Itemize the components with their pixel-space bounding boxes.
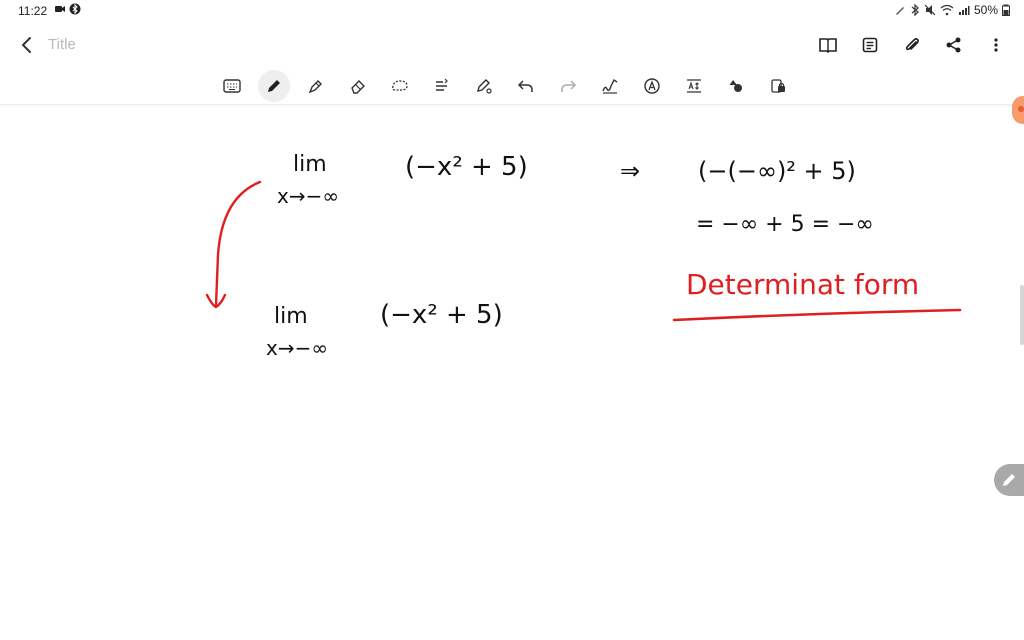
handwriting-icon xyxy=(602,78,618,94)
text-format-icon xyxy=(436,78,448,91)
implies-arrow: ⇒ xyxy=(620,157,640,185)
keyboard-icon xyxy=(223,79,241,93)
red-underline xyxy=(672,308,962,322)
back-button[interactable] xyxy=(14,32,40,58)
lim-subscript-2: x→−∞ xyxy=(266,336,328,360)
text-icon xyxy=(862,37,878,53)
scrollbar-thumb[interactable] xyxy=(1020,285,1024,345)
text-view-button[interactable] xyxy=(856,32,884,58)
pen-settings-tool[interactable] xyxy=(468,70,500,102)
lock-icon xyxy=(771,79,785,93)
pen-status-icon xyxy=(895,7,904,15)
spacing-icon xyxy=(687,79,701,93)
spacing-tool[interactable] xyxy=(678,70,710,102)
font-tool[interactable] xyxy=(636,70,668,102)
pen-settings-icon xyxy=(477,79,492,94)
battery-icon xyxy=(1002,4,1010,16)
redo-icon xyxy=(561,80,577,92)
undo-button[interactable] xyxy=(510,70,542,102)
note-title[interactable]: Title xyxy=(48,36,76,53)
eraser-tool[interactable] xyxy=(342,70,374,102)
note-canvas[interactable]: lim x→−∞ (−x² + 5) ⇒ (−(−∞)² + 5) = −∞ +… xyxy=(0,105,1024,640)
text-format-tool[interactable] xyxy=(426,70,458,102)
status-time: 11:22 xyxy=(18,4,48,18)
mute-icon xyxy=(924,4,936,16)
reading-mode-button[interactable] xyxy=(814,32,842,58)
attach-icon xyxy=(905,38,919,51)
result-line: = −∞ + 5 = −∞ xyxy=(696,212,874,237)
bluetooth-icon xyxy=(911,4,919,16)
more-options-button[interactable] xyxy=(982,32,1010,58)
floating-pen-button[interactable] xyxy=(994,464,1024,496)
pencil-icon xyxy=(1003,474,1015,486)
status-right-icons: 50% xyxy=(894,3,1010,17)
bluetooth-badge-icon xyxy=(69,3,81,15)
lim-subscript-1: x→−∞ xyxy=(277,184,339,208)
eraser-icon xyxy=(351,80,365,94)
wifi-icon xyxy=(940,4,954,16)
shapes-icon xyxy=(729,80,742,92)
app-bar: Title xyxy=(0,22,1024,68)
side-panel-handle[interactable] xyxy=(1012,96,1024,124)
determinate-form-text: Determinat form xyxy=(686,268,919,301)
tool-group xyxy=(216,70,794,102)
highlighter-icon xyxy=(308,80,322,94)
lock-tool[interactable] xyxy=(762,70,794,102)
more-icon xyxy=(994,38,998,52)
pen-tool[interactable] xyxy=(258,70,290,102)
keyboard-tool[interactable] xyxy=(216,70,248,102)
status-left-icons xyxy=(54,3,81,15)
share-icon xyxy=(946,37,961,53)
chevron-left-icon xyxy=(21,37,31,53)
undo-icon xyxy=(517,80,533,92)
lasso-icon xyxy=(392,80,408,91)
book-icon xyxy=(819,38,837,54)
font-icon xyxy=(644,78,660,94)
lim-label-2: lim xyxy=(274,304,308,329)
ink-layer: lim x→−∞ (−x² + 5) ⇒ (−(−∞)² + 5) = −∞ +… xyxy=(205,152,962,360)
status-bar: 11:22 50% xyxy=(0,0,1024,22)
signal-icon xyxy=(958,6,970,15)
substitution-line: (−(−∞)² + 5) xyxy=(698,157,856,185)
video-icon xyxy=(55,6,65,12)
shapes-tool[interactable] xyxy=(720,70,752,102)
expression-1: (−x² + 5) xyxy=(405,152,528,182)
highlighter-tool[interactable] xyxy=(300,70,332,102)
attach-button[interactable] xyxy=(898,32,926,58)
lasso-tool[interactable] xyxy=(384,70,416,102)
app-actions xyxy=(814,32,1010,58)
share-button[interactable] xyxy=(940,32,968,58)
red-curved-arrow xyxy=(214,180,262,307)
pen-icon xyxy=(268,80,280,92)
redo-button[interactable] xyxy=(552,70,584,102)
battery-text: 50% xyxy=(973,3,998,17)
lim-label-1: lim xyxy=(293,152,327,177)
drawing-toolbar xyxy=(0,68,1024,105)
expression-2: (−x² + 5) xyxy=(380,300,503,330)
handwriting-tool[interactable] xyxy=(594,70,626,102)
